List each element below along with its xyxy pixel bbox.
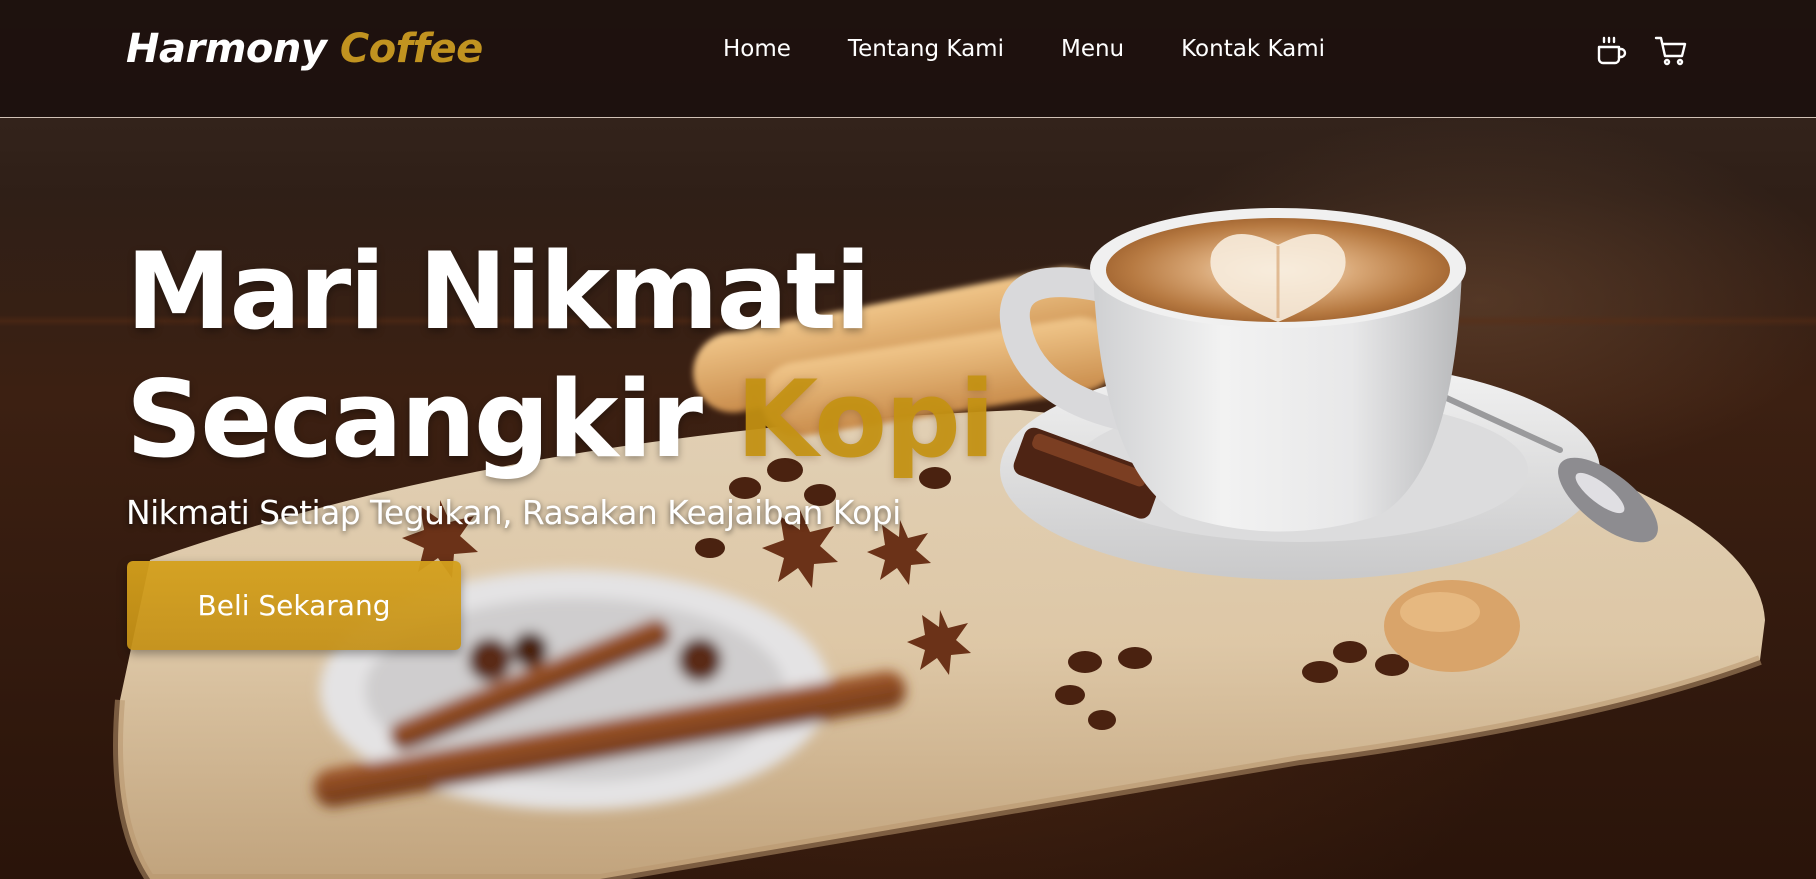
- nav-link-home[interactable]: Home: [723, 36, 791, 62]
- nav-link-menu[interactable]: Menu: [1061, 36, 1124, 62]
- hero-title: Mari Nikmati Secangkir Kopi: [126, 228, 995, 484]
- buy-now-button[interactable]: Beli Sekarang: [127, 561, 461, 650]
- hero-title-accent-word: Kopi: [735, 358, 995, 481]
- nav-icons: [1593, 33, 1689, 69]
- brand-name-accent: Coffee: [339, 26, 483, 72]
- hero-title-line-1: Mari Nikmati: [126, 230, 871, 353]
- shopping-cart-icon[interactable]: [1653, 33, 1689, 69]
- brand-logo[interactable]: Harmony Coffee: [126, 26, 483, 72]
- landing-page: Harmony Coffee Home Tentang Kami Menu Ko…: [0, 0, 1816, 879]
- navbar: Harmony Coffee Home Tentang Kami Menu Ko…: [0, 0, 1816, 118]
- coffee-cup-icon[interactable]: [1593, 33, 1629, 69]
- nav-links: Home Tentang Kami Menu Kontak Kami: [723, 36, 1325, 62]
- hero-subtitle: Nikmati Setiap Tegukan, Rasakan Keajaiba…: [126, 493, 901, 532]
- hero-title-main-word: Secangkir: [126, 358, 703, 481]
- nav-link-kontak-kami[interactable]: Kontak Kami: [1181, 36, 1325, 62]
- hero-title-line-2: Secangkir Kopi: [126, 356, 995, 484]
- brand-name-primary: Harmony: [126, 26, 327, 72]
- nav-link-tentang-kami[interactable]: Tentang Kami: [848, 36, 1004, 62]
